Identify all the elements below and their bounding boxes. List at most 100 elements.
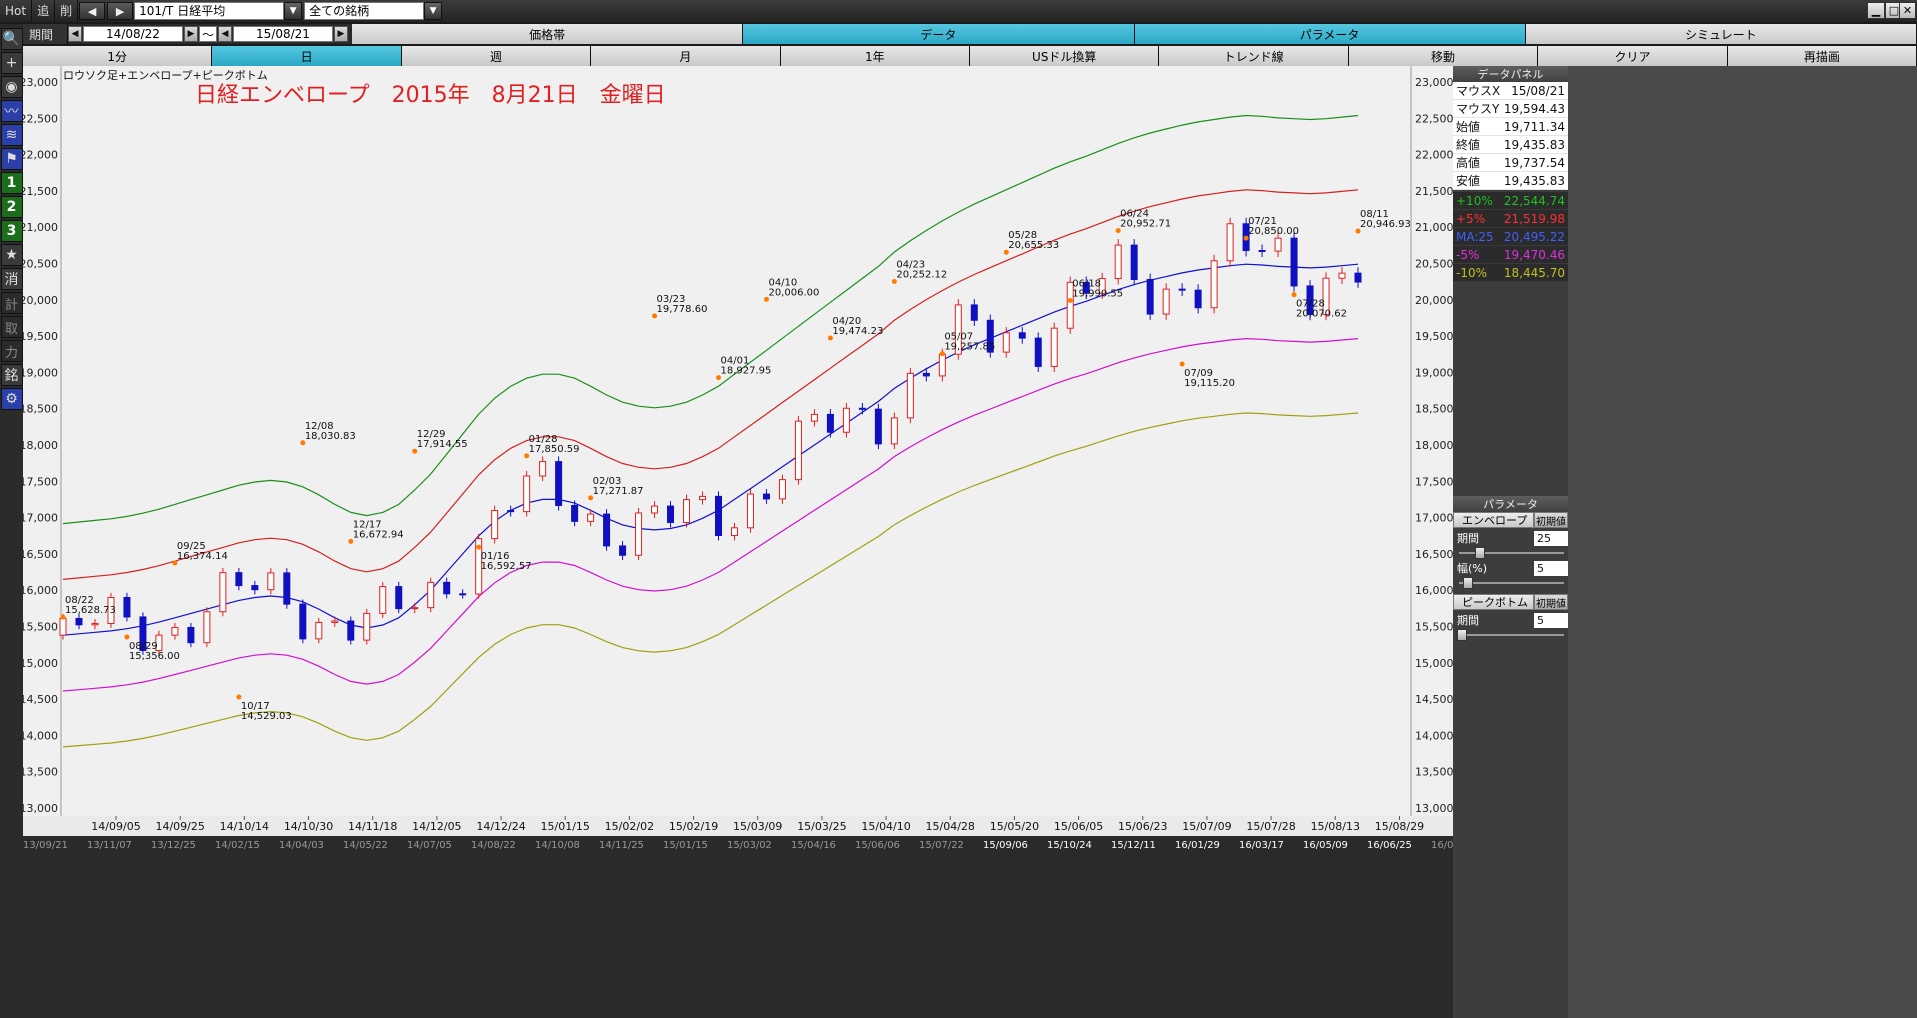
to-prev-icon[interactable]: ◀	[218, 26, 232, 42]
hot-button[interactable]: Hot	[0, 0, 33, 22]
camera-icon[interactable]: ◉	[0, 76, 23, 98]
from-date-field[interactable]: 14/08/22	[83, 26, 183, 42]
calc-icon[interactable]: 計	[0, 292, 23, 314]
chart-control-button[interactable]: 日	[212, 46, 402, 66]
bottom-tick-label: 16/01/29	[1175, 840, 1220, 851]
candle-body	[922, 372, 930, 377]
panel-tab[interactable]: 価格帯	[352, 24, 744, 44]
chart-control-button[interactable]: 1年	[780, 46, 971, 66]
stock-icon[interactable]: 銘	[0, 364, 23, 386]
chart-control-button[interactable]: 再描画	[1727, 46, 1917, 66]
add-button[interactable]: 追	[32, 0, 56, 22]
universe-field[interactable]: 全ての銘柄	[304, 2, 425, 20]
chart-control-button[interactable]: 週	[401, 46, 592, 66]
env-width-slider[interactable]	[1455, 576, 1566, 590]
candle-body	[507, 510, 515, 513]
y-tick-left: 19,000	[23, 366, 58, 379]
x-tick-label: 15/08/13	[1311, 820, 1360, 833]
pb-period-slider[interactable]	[1455, 628, 1566, 642]
settings-icon[interactable]: ⚙	[0, 388, 23, 410]
search-icon[interactable]: 🔍	[0, 28, 23, 50]
y-tick-left: 21,000	[23, 221, 58, 234]
next-arrow-icon[interactable]: ▶	[107, 2, 134, 20]
chart-control-button[interactable]: トレンド線	[1159, 46, 1349, 66]
env-period-value[interactable]: 25	[1534, 530, 1568, 546]
data-key: 安値	[1456, 174, 1481, 188]
candle-body	[730, 527, 738, 537]
envelope-value: 19,470.46	[1503, 247, 1565, 262]
candle-body	[1034, 337, 1042, 367]
symbol-dropdown-icon[interactable]: ▼	[284, 2, 303, 20]
bottom-tick-label: 16/08/07	[1431, 840, 1453, 851]
panel-tab[interactable]: データ	[743, 24, 1135, 44]
from-prev-icon[interactable]: ◀	[68, 26, 82, 42]
candle-body	[1050, 327, 1058, 367]
left-toolbar: 🔍 + ◉ 〰 ≋ ⚑ 1 2 3 ★ 消計取力銘 ⚙	[0, 26, 23, 1018]
bottom-tick-label: 16/06/25	[1367, 840, 1412, 851]
chart-control-button[interactable]: USドル換算	[970, 46, 1160, 66]
chart-control-button[interactable]: クリア	[1538, 46, 1728, 66]
line-chart-icon[interactable]: 〰	[0, 100, 23, 122]
peak-marker	[124, 634, 130, 640]
peak-value: 18,030.83	[305, 431, 356, 442]
multi-line-chart-icon[interactable]: ≋	[0, 124, 23, 146]
universe-dropdown-icon[interactable]: ▼	[424, 2, 443, 20]
env-width-value[interactable]: 5	[1534, 560, 1568, 576]
x-tick-label: 15/03/09	[733, 820, 782, 833]
x-tick-label: 15/06/23	[1118, 820, 1167, 833]
pb-period-value[interactable]: 5	[1534, 612, 1568, 628]
fetch-icon[interactable]: 取	[0, 316, 23, 338]
number-1-icon[interactable]: 1	[0, 172, 23, 194]
from-next-icon[interactable]: ▶	[184, 26, 198, 42]
data-row: マウスX 15/08/21	[1453, 82, 1568, 100]
candle-body	[523, 475, 531, 513]
to-date-field[interactable]: 15/08/21	[233, 26, 333, 42]
to-next-icon[interactable]: ▶	[334, 26, 348, 42]
star-icon[interactable]: ★	[0, 244, 23, 266]
bottom-tick-label: 15/01/15	[663, 840, 708, 851]
chart-control-button[interactable]: 月	[591, 46, 781, 66]
data-key: 始値	[1456, 120, 1481, 134]
env-period-slider[interactable]	[1455, 546, 1566, 560]
flag-icon[interactable]: ⚑	[0, 148, 23, 170]
data-row: 高値 19,737.54	[1453, 154, 1568, 172]
panel-tab[interactable]: パラメータ	[1134, 24, 1526, 44]
crosshair-icon[interactable]: +	[0, 52, 23, 74]
input-icon[interactable]: 力	[0, 340, 23, 362]
x-tick-label: 14/10/14	[220, 820, 269, 833]
y-tick-left: 23,000	[23, 76, 58, 89]
symbol-field[interactable]: 101/T 日経平均	[134, 2, 285, 20]
chart-area[interactable]: 13,000 13,000 13,500 13,500 14,000 14,000 14,5…	[20, 66, 1476, 1018]
chart-controls-bar: 1分日週月 1年 USドル換算 トレンド線 移動 クリア 再描画	[0, 46, 1917, 66]
data-row: 始値 19,711.34	[1453, 118, 1568, 136]
x-tick-label: 14/12/05	[412, 820, 461, 833]
peakbottom-reset-button[interactable]: 初期値	[1534, 594, 1568, 610]
close-button[interactable]: ✕	[1899, 2, 1916, 19]
delete-button[interactable]: 削	[55, 0, 79, 22]
number-3-icon[interactable]: 3	[0, 220, 23, 242]
number-2-icon[interactable]: 2	[0, 196, 23, 218]
y-tick-right: 18,000	[1415, 439, 1453, 452]
env-period-label: 期間	[1457, 532, 1479, 545]
candle-body	[363, 612, 371, 641]
candle-body	[1274, 237, 1282, 252]
range-tilde: ～	[199, 26, 217, 42]
candle-body	[1114, 244, 1122, 280]
erase-icon[interactable]: 消	[0, 268, 23, 290]
data-row: マウスY 19,594.43	[1453, 100, 1568, 118]
x-tick-label: 15/07/09	[1182, 820, 1231, 833]
chart-control-button[interactable]: 1分	[23, 46, 213, 66]
prev-arrow-icon[interactable]: ◀	[79, 2, 106, 20]
candle-body	[331, 620, 339, 623]
envelope-reset-button[interactable]: 初期値	[1534, 512, 1568, 528]
y-tick-right: 13,500	[1415, 766, 1453, 779]
envelope-key: -5%	[1456, 247, 1480, 262]
candle-body	[123, 596, 131, 618]
minimize-button[interactable]: ▁	[1867, 2, 1885, 19]
chart-control-button[interactable]: 移動	[1348, 46, 1539, 66]
candlestick-chart[interactable]: 13,000 13,000 13,500 13,500 14,000 14,000 14,5…	[20, 66, 1476, 1018]
peak-value: 17,914.55	[417, 439, 468, 450]
candle-body	[1130, 244, 1138, 280]
y-tick-left: 20,000	[23, 294, 58, 307]
panel-tab[interactable]: シミュレート	[1525, 24, 1917, 44]
